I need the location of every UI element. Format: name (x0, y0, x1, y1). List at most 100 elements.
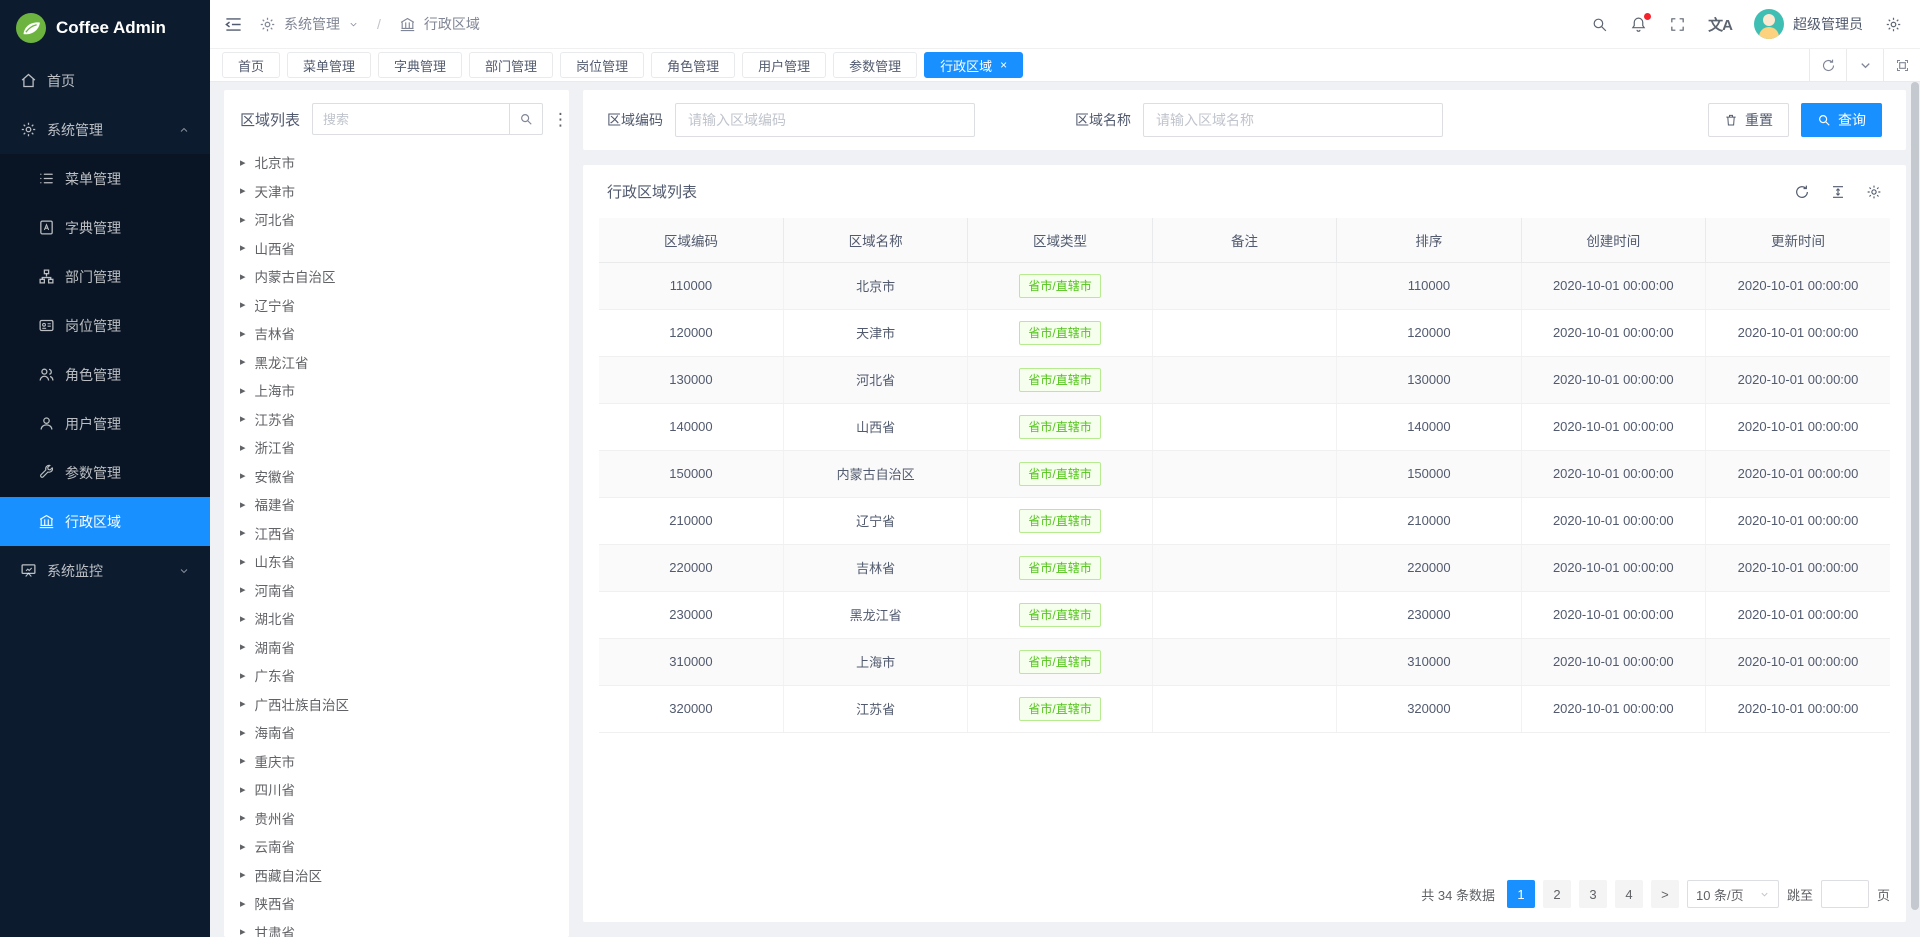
sidebar-item-role-mgmt[interactable]: 角色管理 (0, 350, 210, 399)
table-row[interactable]: 320000 江苏省 省市/直辖市 320000 2020-10-01 00:0… (599, 685, 1890, 732)
tree-item[interactable]: ▸ 湖南省 (234, 633, 569, 662)
tree-item[interactable]: ▸ 江西省 (234, 519, 569, 548)
caret-right-icon[interactable]: ▸ (240, 583, 246, 596)
caret-right-icon[interactable]: ▸ (240, 441, 246, 454)
tab[interactable]: 参数管理 (833, 52, 917, 78)
table-row[interactable]: 220000 吉林省 省市/直辖市 220000 2020-10-01 00:0… (599, 544, 1890, 591)
menu-fold-icon[interactable] (224, 15, 243, 34)
tree-item[interactable]: ▸ 吉林省 (234, 319, 569, 348)
sidebar-group-monitor[interactable]: 系统监控 (0, 546, 210, 595)
region-code-input[interactable] (675, 103, 975, 137)
caret-right-icon[interactable]: ▸ (240, 612, 246, 625)
user-menu[interactable]: 超级管理员 (1754, 9, 1863, 39)
tab[interactable]: 用户管理 (742, 52, 826, 78)
table-column-header[interactable]: 备注 (1152, 218, 1336, 262)
breadcrumb-group[interactable]: 系统管理 (284, 14, 340, 34)
column-settings-gear-icon[interactable] (1866, 184, 1882, 200)
tree-item[interactable]: ▸ 海南省 (234, 718, 569, 747)
page-size-select[interactable]: 10 条/页 (1687, 880, 1779, 908)
tree-item[interactable]: ▸ 重庆市 (234, 747, 569, 776)
caret-right-icon[interactable]: ▸ (240, 526, 246, 539)
table-column-header[interactable]: 排序 (1337, 218, 1521, 262)
table-row[interactable]: 110000 北京市 省市/直辖市 110000 2020-10-01 00:0… (599, 262, 1890, 309)
tab-active[interactable]: 行政区域 × (924, 52, 1023, 78)
caret-right-icon[interactable]: ▸ (240, 498, 246, 511)
caret-right-icon[interactable]: ▸ (240, 298, 246, 311)
tree-item[interactable]: ▸ 陕西省 (234, 889, 569, 918)
caret-right-icon[interactable]: ▸ (240, 156, 246, 169)
caret-right-icon[interactable]: ▸ (240, 669, 246, 682)
table-row[interactable]: 210000 辽宁省 省市/直辖市 210000 2020-10-01 00:0… (599, 497, 1890, 544)
table-column-header[interactable]: 区域类型 (968, 218, 1152, 262)
reset-button[interactable]: 重置 (1708, 103, 1789, 137)
tree-item[interactable]: ▸ 甘肃省 (234, 918, 569, 937)
search-icon[interactable] (1591, 16, 1608, 33)
caret-right-icon[interactable]: ▸ (240, 355, 246, 368)
tab[interactable]: 角色管理 (651, 52, 735, 78)
table-row[interactable]: 150000 内蒙古自治区 省市/直辖市 150000 2020-10-01 0… (599, 450, 1890, 497)
tree-item[interactable]: ▸ 湖北省 (234, 604, 569, 633)
caret-right-icon[interactable]: ▸ (240, 412, 246, 425)
tab[interactable]: 菜单管理 (287, 52, 371, 78)
sidebar-item-param-mgmt[interactable]: 参数管理 (0, 448, 210, 497)
tab[interactable]: 岗位管理 (560, 52, 644, 78)
tree-item[interactable]: ▸ 山西省 (234, 234, 569, 263)
chevron-down-icon[interactable] (348, 19, 359, 30)
table-row[interactable]: 140000 山西省 省市/直辖市 140000 2020-10-01 00:0… (599, 403, 1890, 450)
caret-right-icon[interactable]: ▸ (240, 555, 246, 568)
caret-right-icon[interactable]: ▸ (240, 241, 246, 254)
table-column-header[interactable]: 创建时间 (1521, 218, 1705, 262)
caret-right-icon[interactable]: ▸ (240, 811, 246, 824)
caret-right-icon[interactable]: ▸ (240, 640, 246, 653)
tab-dropdown-button[interactable] (1846, 49, 1883, 81)
table-column-header[interactable]: 区域编码 (599, 218, 783, 262)
caret-right-icon[interactable]: ▸ (240, 868, 246, 881)
sidebar-group-system[interactable]: 系统管理 (0, 105, 210, 154)
search-button[interactable]: 查询 (1801, 103, 1882, 137)
tree-item[interactable]: ▸ 河南省 (234, 576, 569, 605)
tree-item[interactable]: ▸ 云南省 (234, 832, 569, 861)
tree-item[interactable]: ▸ 内蒙古自治区 (234, 262, 569, 291)
tree-item[interactable]: ▸ 福建省 (234, 490, 569, 519)
window-scrollbar[interactable] (1911, 82, 1919, 937)
tree-item[interactable]: ▸ 河北省 (234, 205, 569, 234)
tab[interactable]: 首页 (222, 52, 280, 78)
table-row[interactable]: 130000 河北省 省市/直辖市 130000 2020-10-01 00:0… (599, 356, 1890, 403)
refresh-tab-button[interactable] (1809, 49, 1846, 81)
refresh-icon[interactable] (1794, 184, 1810, 200)
table-row[interactable]: 310000 上海市 省市/直辖市 310000 2020-10-01 00:0… (599, 638, 1890, 685)
caret-right-icon[interactable]: ▸ (240, 754, 246, 767)
tree-item[interactable]: ▸ 广西壮族自治区 (234, 690, 569, 719)
caret-right-icon[interactable]: ▸ (240, 184, 246, 197)
settings-gear-icon[interactable] (1885, 16, 1902, 33)
tab[interactable]: 部门管理 (469, 52, 553, 78)
tree-item[interactable]: ▸ 天津市 (234, 177, 569, 206)
sidebar-item-dict-mgmt[interactable]: 字典管理 (0, 203, 210, 252)
caret-right-icon[interactable]: ▸ (240, 384, 246, 397)
table-row[interactable]: 120000 天津市 省市/直辖市 120000 2020-10-01 00:0… (599, 309, 1890, 356)
tree-item[interactable]: ▸ 辽宁省 (234, 291, 569, 320)
page-button-3[interactable]: 3 (1579, 880, 1607, 908)
notification-bell[interactable] (1630, 16, 1647, 33)
table-row[interactable]: 230000 黑龙江省 省市/直辖市 230000 2020-10-01 00:… (599, 591, 1890, 638)
table-column-header[interactable]: 区域名称 (783, 218, 967, 262)
translate-icon[interactable]: 文A (1708, 14, 1732, 35)
tree-item[interactable]: ▸ 北京市 (234, 148, 569, 177)
tree-item[interactable]: ▸ 广东省 (234, 661, 569, 690)
caret-right-icon[interactable]: ▸ (240, 925, 246, 937)
sidebar-item-dept-mgmt[interactable]: 部门管理 (0, 252, 210, 301)
page-button-1[interactable]: 1 (1507, 880, 1535, 908)
sidebar-item-menu-mgmt[interactable]: 菜单管理 (0, 154, 210, 203)
page-button-4[interactable]: 4 (1615, 880, 1643, 908)
caret-right-icon[interactable]: ▸ (240, 469, 246, 482)
tab-close-icon[interactable]: × (1000, 59, 1007, 71)
next-page-button[interactable]: > (1651, 880, 1679, 908)
table-column-header[interactable]: 更新时间 (1706, 218, 1890, 262)
maximize-content-button[interactable] (1883, 49, 1920, 81)
tree-search-input[interactable] (312, 103, 509, 135)
caret-right-icon[interactable]: ▸ (240, 213, 246, 226)
caret-right-icon[interactable]: ▸ (240, 327, 246, 340)
page-jump-input[interactable] (1821, 880, 1869, 908)
tree-item[interactable]: ▸ 山东省 (234, 547, 569, 576)
tree-item[interactable]: ▸ 黑龙江省 (234, 348, 569, 377)
